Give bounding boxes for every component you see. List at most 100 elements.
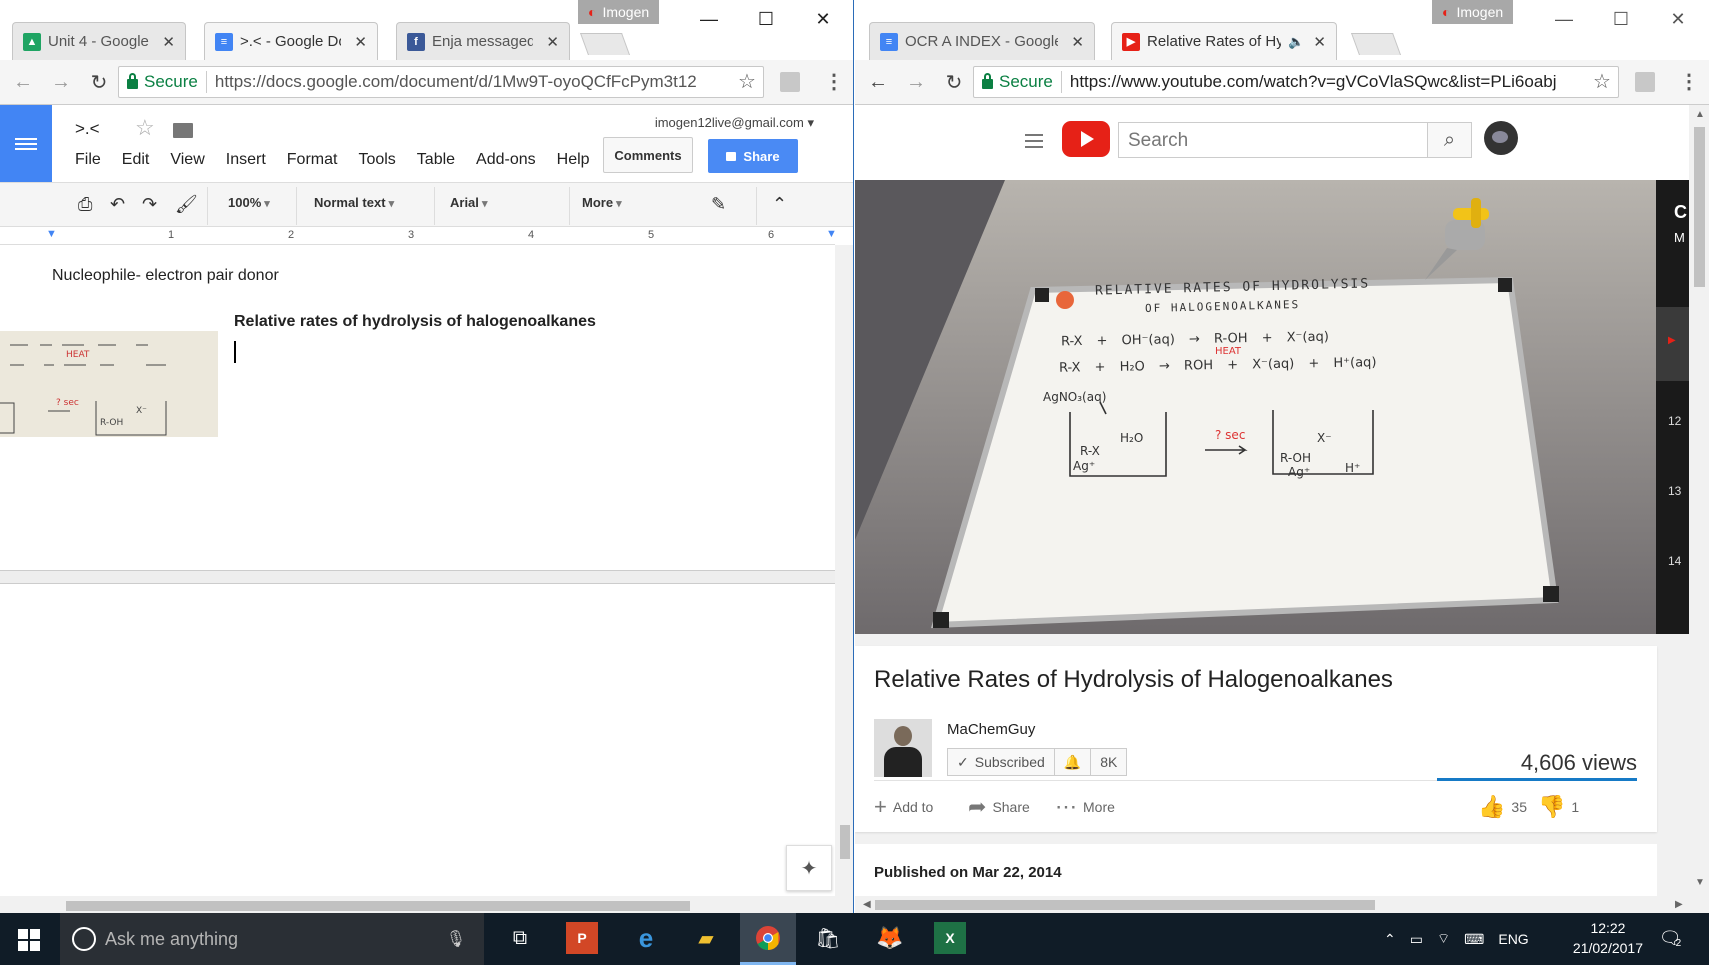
share-button[interactable]: Share <box>708 139 798 173</box>
chrome-icon[interactable] <box>740 913 796 965</box>
collapse-icon[interactable]: ⌃ <box>772 194 787 215</box>
reload-icon[interactable]: ↻ <box>939 70 969 95</box>
maximize-button[interactable]: ☐ <box>743 6 789 32</box>
tab-google-drive[interactable]: ▲ Unit 4 - Google Drive ✕ <box>12 22 186 60</box>
tab-youtube[interactable]: ▶ Relative Rates of Hydrolysis 🔈 ✕ <box>1111 22 1337 60</box>
playlist-index[interactable]: 13 <box>1668 484 1681 498</box>
cortana-search-box[interactable]: Ask me anything 🎙 <box>60 913 484 965</box>
vertical-scrollbar[interactable] <box>835 245 853 913</box>
add-to-button[interactable]: + Add to <box>874 794 933 820</box>
move-folder-icon[interactable] <box>173 123 193 138</box>
chrome-menu-icon[interactable]: ⋮ <box>824 69 844 94</box>
close-tab-icon[interactable]: ✕ <box>1071 33 1084 51</box>
close-tab-icon[interactable]: ✕ <box>1313 33 1326 51</box>
close-tab-icon[interactable]: ✕ <box>546 33 559 51</box>
close-window-button[interactable]: ✕ <box>800 6 846 32</box>
menu-help[interactable]: Help <box>557 151 590 169</box>
ruler[interactable]: ▼ 1 2 3 4 5 6 ▼ <box>0 227 837 245</box>
tab-ocr-index[interactable]: ≡ OCR A INDEX - Google Docs ✕ <box>869 22 1095 60</box>
maximize-button[interactable]: ☐ <box>1598 6 1644 32</box>
clock[interactable]: 12:22 21/02/2017 <box>1573 918 1643 958</box>
zoom-select[interactable]: 100% <box>228 195 270 210</box>
channel-name[interactable]: MaChemGuy <box>947 721 1035 738</box>
forward-icon[interactable]: → <box>901 71 931 94</box>
playlist-sidebar[interactable]: C M ▶ 12 13 14 <box>1656 180 1689 634</box>
like-button[interactable]: 👍 35 <box>1478 794 1527 820</box>
menu-insert[interactable]: Insert <box>226 151 266 169</box>
file-explorer-icon[interactable]: ▰ <box>690 922 722 954</box>
channel-avatar[interactable] <box>874 719 932 777</box>
scroll-up-icon[interactable]: ▲ <box>1695 109 1705 120</box>
search-input[interactable]: Search <box>1118 122 1428 158</box>
menu-addons[interactable]: Add-ons <box>476 151 536 169</box>
undo-icon[interactable]: ↶ <box>110 194 125 215</box>
language-indicator[interactable]: ENG <box>1498 931 1528 947</box>
star-document-icon[interactable]: ☆ <box>135 115 155 141</box>
menu-tools[interactable]: Tools <box>358 151 395 169</box>
youtube-logo-icon[interactable] <box>1062 121 1110 157</box>
whiteboard-image[interactable]: HEAT ? sec R-OH X⁻ <box>0 331 218 437</box>
account-email[interactable]: imogen12live@gmail.com ▾ <box>655 115 814 131</box>
share-button[interactable]: ➦ Share <box>968 794 1030 820</box>
microphone-icon[interactable]: 🎙 <box>446 929 466 949</box>
scroll-down-icon[interactable]: ▼ <box>1695 877 1705 888</box>
close-window-button[interactable]: ✕ <box>1655 6 1701 32</box>
tab-facebook[interactable]: f Enja messaged you ✕ <box>396 22 570 60</box>
back-icon[interactable]: ← <box>863 71 893 94</box>
comments-button[interactable]: Comments <box>603 137 693 173</box>
show-hidden-icons-icon[interactable]: ⌃ <box>1384 931 1396 948</box>
edge-icon[interactable]: e <box>630 922 662 954</box>
avatar[interactable] <box>1484 121 1518 155</box>
menu-table[interactable]: Table <box>417 151 455 169</box>
menu-view[interactable]: View <box>170 151 204 169</box>
editing-mode-icon[interactable]: ✎ <box>711 194 726 215</box>
scroll-thumb[interactable] <box>1694 127 1705 287</box>
address-bar[interactable]: Secure https://www.youtube.com/watch?v=g… <box>973 66 1619 98</box>
horizontal-scrollbar[interactable]: ◀ ▶ <box>855 896 1709 913</box>
back-icon[interactable]: ← <box>8 71 38 94</box>
keyboard-icon[interactable]: ⌨ <box>1464 931 1484 948</box>
scroll-left-icon[interactable]: ◀ <box>863 899 871 910</box>
playlist-index[interactable]: 14 <box>1668 554 1681 568</box>
firefox-icon[interactable]: 🦊 <box>874 922 906 954</box>
minimize-button[interactable]: — <box>1541 6 1587 32</box>
menu-file[interactable]: File <box>75 151 101 169</box>
video-player[interactable]: RELATIVE RATES OF HYDROLYSIS OF HALOGENO… <box>855 180 1656 634</box>
bell-icon[interactable]: 🔔 <box>1055 749 1092 775</box>
playlist-index[interactable]: 12 <box>1668 414 1681 428</box>
chrome-menu-icon[interactable]: ⋮ <box>1679 69 1699 94</box>
address-bar[interactable]: Secure https://docs.google.com/document/… <box>118 66 764 98</box>
document-canvas[interactable]: Nucleophile- electron pair donor HEAT ? s… <box>0 245 835 913</box>
task-view-icon[interactable]: ⧉ <box>504 922 536 954</box>
explore-button[interactable]: ✦ <box>786 845 832 891</box>
subscribed-label[interactable]: ✓ Subscribed <box>948 749 1055 775</box>
bookmark-star-icon[interactable]: ☆ <box>738 69 756 94</box>
document-title[interactable]: >.< <box>75 119 100 139</box>
dislike-button[interactable]: 👎 1 <box>1538 794 1579 820</box>
store-icon[interactable]: 🛍 <box>812 922 844 954</box>
minimize-button[interactable]: — <box>686 6 732 32</box>
paint-format-icon[interactable]: 🖌 <box>175 194 198 215</box>
close-tab-icon[interactable]: ✕ <box>162 33 175 51</box>
extension-icon[interactable] <box>780 72 800 92</box>
scroll-thumb[interactable] <box>840 825 850 859</box>
audio-playing-icon[interactable]: 🔈 <box>1288 34 1304 50</box>
incognito-profile[interactable]: ◐ Imogen <box>578 0 660 24</box>
excel-icon[interactable]: X <box>934 922 966 954</box>
scroll-right-icon[interactable]: ▶ <box>1675 899 1683 910</box>
powerpoint-icon[interactable]: P <box>566 922 598 954</box>
bookmark-star-icon[interactable]: ☆ <box>1593 69 1611 94</box>
new-tab-button[interactable] <box>579 33 631 55</box>
tab-google-docs[interactable]: ≡ >.< - Google Docs ✕ <box>204 22 378 60</box>
horizontal-scrollbar[interactable] <box>0 896 835 913</box>
incognito-profile[interactable]: ◐ Imogen <box>1432 0 1514 24</box>
docs-home-icon[interactable] <box>0 105 52 182</box>
more-button[interactable]: ⋯ More <box>1055 794 1115 820</box>
guide-menu-icon[interactable] <box>1025 130 1043 152</box>
forward-icon[interactable]: → <box>46 71 76 94</box>
scroll-thumb[interactable] <box>66 901 690 911</box>
indent-marker-icon[interactable]: ▼ <box>46 228 57 240</box>
new-tab-button[interactable] <box>1350 33 1402 55</box>
scroll-thumb[interactable] <box>875 900 1375 910</box>
more-select[interactable]: More <box>582 195 622 210</box>
